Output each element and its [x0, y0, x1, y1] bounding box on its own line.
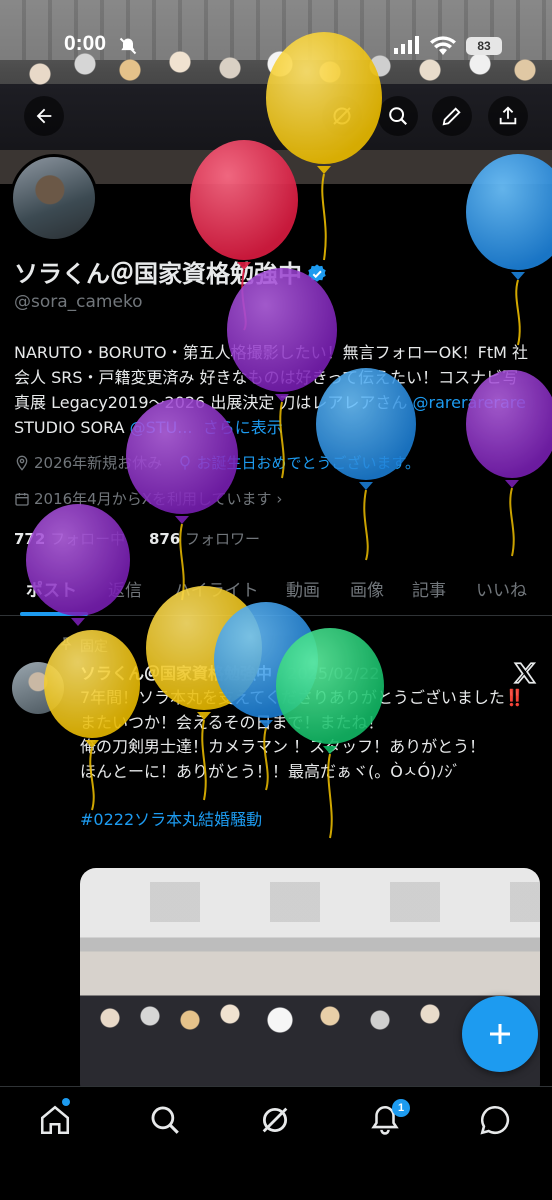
profile-name: ソラくん＠国家資格勉強中 [14, 254, 328, 289]
bio-show-more-link[interactable]: さらに表示 [203, 418, 283, 437]
followers-link[interactable]: 876 フォロワー [149, 530, 260, 548]
location-text: 2026年新規お休み [34, 454, 163, 472]
grok-button[interactable] [322, 96, 362, 136]
post-image-ceiling [80, 882, 540, 922]
post-author[interactable]: ソラくん＠国家資格勉強中 [80, 664, 272, 683]
post-date: · 2025/02/22 [277, 664, 380, 683]
verified-badge-icon[interactable] [306, 263, 328, 285]
home-icon[interactable] [38, 1103, 72, 1137]
joined-text: 2016年4月からXを利用しています [34, 490, 272, 508]
tab-highlights[interactable]: ハイライト [174, 576, 259, 601]
plus-icon [490, 1024, 510, 1044]
post-line-3: 俺の刀剣男士達！カメラマン ！スタッフ！ありがとう！ [80, 737, 486, 756]
battery-indicator: 83 [466, 37, 502, 55]
tab-posts[interactable]: ポスト [26, 576, 77, 601]
share-button[interactable] [488, 96, 528, 136]
share-icon [499, 106, 517, 125]
profile-meta-joined: 2016年4月からXを利用しています › [14, 488, 282, 509]
post-header: ソラくん＠国家資格勉強中 · 2025/02/22 [80, 660, 380, 684]
profile-name-text: ソラくん＠国家資格勉強中 [14, 260, 302, 288]
following-count: 772 [14, 530, 46, 548]
x-logo-icon [513, 662, 537, 684]
tab-videos[interactable]: 動画 [286, 576, 320, 601]
followers-count: 876 [148, 530, 181, 548]
calendar-icon [15, 493, 29, 506]
tab-replies[interactable]: 返信 [108, 576, 142, 601]
post-body: 7年間！ソラ本丸を支えてくださりありがとうございました‼️ またいつか！会えるそ… [80, 686, 532, 833]
pencil-icon [442, 107, 461, 126]
search-icon [389, 107, 408, 126]
tab-articles[interactable]: 記事 [412, 576, 446, 601]
post-line-2: またいつか！会えるその日まで！またね！ [80, 712, 384, 732]
grok-icon [333, 107, 351, 125]
followers-label: フォロワー [185, 530, 261, 548]
search-button[interactable] [378, 96, 418, 136]
post-line-4: ほんとーに！ありがとう！！最高だぁヾ(。ÒㅅÓ)ﾉｼﾞ [80, 761, 461, 781]
pinned-label: 固定 [80, 639, 108, 655]
chat-icon[interactable] [478, 1103, 512, 1137]
compose-button[interactable] [462, 996, 538, 1072]
tab-images[interactable]: 画像 [350, 576, 384, 601]
bottom-navigation [0, 1086, 552, 1200]
grok-nav-icon[interactable] [258, 1103, 292, 1137]
home-unread-dot [62, 1098, 70, 1106]
back-button[interactable] [24, 96, 64, 136]
bio-mention-link[interactable]: @rarerarerare [413, 393, 526, 412]
back-arrow-icon [36, 108, 52, 124]
post-hashtag[interactable]: #0222ソラ本丸結婚騒動 [80, 808, 532, 833]
profile-tabs: ポスト 返信 ハイライト 動画 画像 記事 いいね [0, 568, 552, 616]
notification-badge: 1 [392, 1099, 410, 1117]
following-label: フォロー中 [50, 530, 126, 548]
profile-handle: @sora_cameko [14, 292, 143, 312]
tab-likes[interactable]: いいね [476, 576, 527, 601]
chevron-right-icon[interactable]: › [276, 490, 282, 508]
status-time: 0:00 [64, 32, 107, 55]
profile-bio: NARUTO・BORUTO・第五人格撮影したい！無言フォローOK！FtM 社会人… [14, 340, 530, 440]
balloon-icon [179, 455, 190, 470]
profile-avatar[interactable] [10, 154, 98, 242]
profile-stats: 772 フォロー中 876 フォロワー [14, 528, 260, 549]
profile-meta-location: 2026年新規お休み お誕生日おめでとうございます。 [14, 452, 420, 473]
wifi-icon [430, 36, 456, 55]
pin-icon [60, 637, 72, 650]
bio-text-mid: STUDIO SORA [14, 418, 130, 437]
edit-button[interactable] [432, 96, 472, 136]
post-image[interactable] [80, 868, 540, 1100]
cellular-signal-icon [394, 36, 419, 54]
search-nav-icon[interactable] [148, 1103, 182, 1137]
active-tab-indicator [20, 612, 88, 616]
status-bar: 0:00 83 [0, 28, 552, 60]
post-line-1: 7年間！ソラ本丸を支えてくださりありがとうございました‼️ [80, 688, 525, 707]
following-link[interactable]: 772 フォロー中 [14, 530, 125, 548]
bio-mention-link-2[interactable]: @STU... [130, 418, 193, 437]
location-icon [16, 455, 28, 471]
birthday-text: お誕生日おめでとうございます。 [196, 454, 421, 472]
post-avatar[interactable] [12, 662, 64, 714]
bell-mute-icon [119, 37, 137, 55]
